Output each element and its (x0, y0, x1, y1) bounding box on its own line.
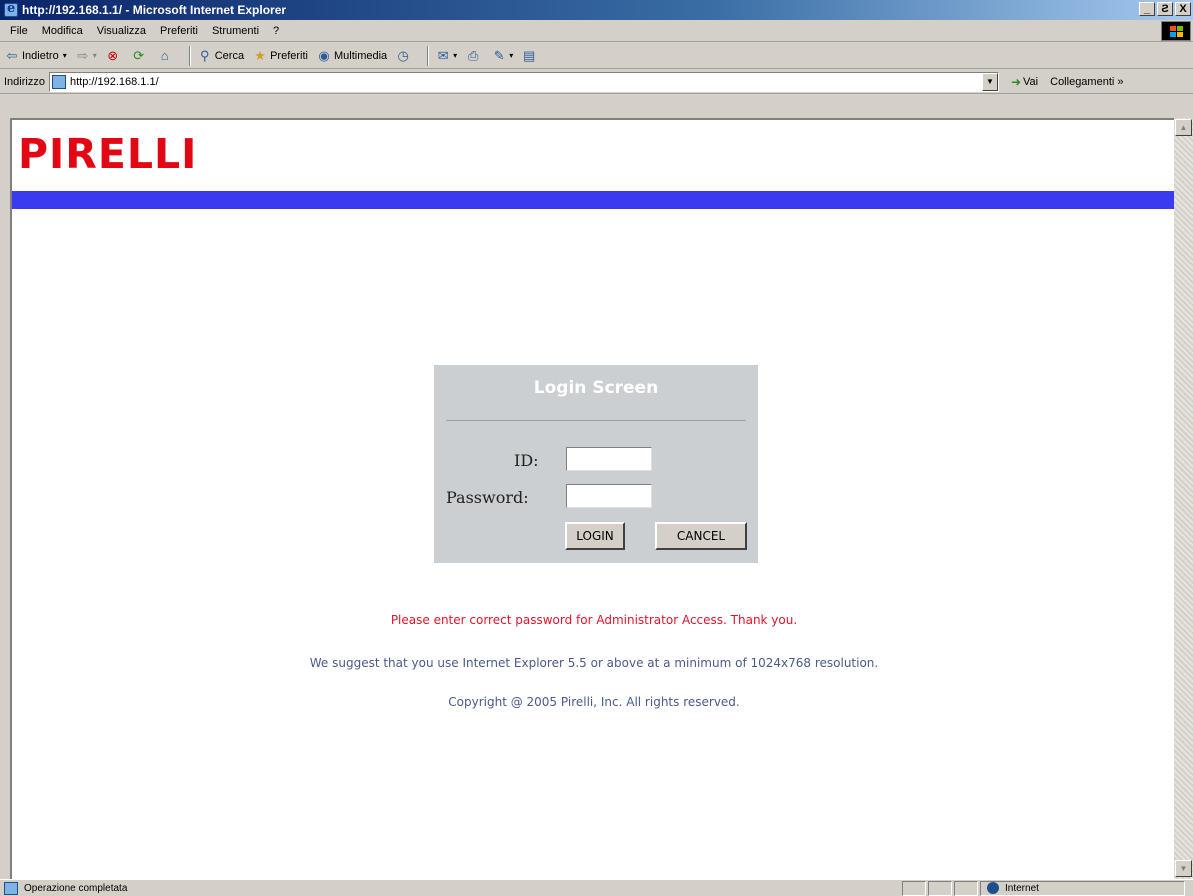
favorites-icon: ★ (254, 47, 266, 63)
page-viewport: PIRELLI Login Screen ID: Password: LOGIN… (10, 118, 1174, 879)
back-dropdown-icon[interactable]: ▾ (63, 51, 67, 60)
discuss-icon: ▤ (523, 47, 536, 63)
login-divider (446, 420, 746, 421)
menu-file[interactable]: File (10, 25, 28, 37)
login-button[interactable]: LOGIN (565, 522, 625, 550)
search-label: Cerca (214, 49, 245, 62)
close-button[interactable]: X (1175, 2, 1191, 16)
windows-logo-icon (1161, 21, 1191, 41)
address-bar: Indirizzo ▼ ➜ Vai Collegamenti » (0, 70, 1193, 94)
multimedia-icon: ◉ (318, 47, 330, 63)
minimize-button[interactable]: _ (1139, 2, 1155, 16)
menu-strumenti[interactable]: Strumenti (212, 25, 259, 37)
security-zone: Internet (980, 880, 1185, 896)
pirelli-logo: PIRELLI (18, 132, 197, 176)
copyright-notice: Copyright @ 2005 Pirelli, Inc. All right… (448, 695, 740, 709)
internet-globe-icon (987, 882, 999, 894)
back-label: Indietro (22, 49, 59, 62)
toolbar-separator (427, 45, 430, 66)
address-label: Indirizzo (4, 75, 45, 88)
discuss-button[interactable]: ▤ (521, 48, 539, 64)
ie-app-icon[interactable] (4, 1, 18, 17)
edit-icon: ✎ (493, 47, 505, 63)
password-label: Password: (446, 488, 529, 507)
history-button[interactable]: ◷ (395, 48, 413, 64)
address-field[interactable]: ▼ (48, 71, 999, 92)
standard-toolbar: ⇦ Indietro ▾ ⇨ ▾ ⊗ ⟳ ⌂ ⚲ Cerca ★ Preferi… (0, 43, 1193, 69)
browser-suggestion: We suggest that you use Internet Explore… (309, 656, 879, 670)
status-cell (954, 880, 978, 896)
vertical-scrollbar[interactable]: ▲ ▼ (1174, 118, 1193, 879)
status-message: Operazione completata (0, 881, 900, 896)
go-label: Vai (1023, 75, 1039, 88)
stop-icon: ⊗ (107, 47, 119, 63)
forward-dropdown-icon[interactable]: ▾ (93, 51, 97, 60)
refresh-icon: ⟳ (133, 47, 145, 63)
title-bar: http://192.168.1.1/ - Microsoft Internet… (0, 0, 1193, 20)
favorites-button[interactable]: ★ Preferiti (252, 48, 308, 64)
favorites-label: Preferiti (270, 49, 308, 62)
cancel-button[interactable]: CANCEL (655, 522, 747, 550)
refresh-button[interactable]: ⟳ (131, 48, 149, 64)
menu-help[interactable]: ? (273, 25, 279, 37)
edit-button[interactable]: ✎ ▾ (491, 48, 513, 64)
logo-text: PIRELLI (18, 130, 198, 178)
warning-message: Please enter correct password for Admini… (390, 613, 798, 627)
search-icon: ⚲ (199, 47, 210, 63)
menu-visualizza[interactable]: Visualizza (97, 25, 146, 37)
print-icon: ⎙ (467, 47, 479, 63)
maximize-button[interactable]: Ƨ (1157, 2, 1173, 16)
page-done-icon (4, 881, 18, 895)
menu-preferiti[interactable]: Preferiti (160, 25, 198, 37)
mail-button[interactable]: ✉ ▾ (435, 48, 457, 64)
status-cell (928, 880, 952, 896)
search-button[interactable]: ⚲ Cerca (197, 48, 244, 64)
url-input[interactable] (69, 75, 982, 88)
window-title: http://192.168.1.1/ - Microsoft Internet… (22, 3, 287, 17)
status-cell (902, 880, 926, 896)
toolbar-separator (188, 45, 191, 66)
id-label: ID: (514, 451, 539, 470)
password-input[interactable] (566, 484, 652, 508)
multimedia-button[interactable]: ◉ Multimedia (316, 48, 387, 64)
id-input[interactable] (566, 447, 652, 471)
back-arrow-icon: ⇦ (6, 47, 18, 63)
status-bar: Operazione completata Internet (0, 879, 1193, 896)
header-band (12, 191, 1174, 209)
mail-dropdown-icon[interactable]: ▾ (453, 51, 457, 60)
scroll-down-button[interactable]: ▼ (1175, 860, 1192, 877)
go-button[interactable]: ➜ Vai (1011, 75, 1038, 89)
menu-bar: File Modifica Visualizza Preferiti Strum… (0, 20, 1193, 42)
home-button[interactable]: ⌂ (157, 48, 175, 64)
menu-modifica[interactable]: Modifica (42, 25, 83, 37)
back-button[interactable]: ⇦ Indietro ▾ (4, 48, 67, 64)
window-controls: _ Ƨ X (1139, 2, 1191, 16)
home-icon: ⌂ (160, 47, 169, 63)
edit-dropdown-icon[interactable]: ▾ (509, 51, 513, 60)
forward-arrow-icon: ⇨ (77, 47, 89, 63)
history-icon: ◷ (397, 47, 409, 63)
page-icon (51, 74, 66, 89)
login-panel: Login Screen ID: Password: LOGIN CANCEL (434, 365, 758, 563)
address-dropdown-button[interactable]: ▼ (981, 72, 998, 91)
scroll-up-button[interactable]: ▲ (1175, 119, 1192, 136)
multimedia-label: Multimedia (333, 49, 388, 62)
forward-button[interactable]: ⇨ ▾ (75, 47, 97, 64)
mail-icon: ✉ (437, 47, 449, 63)
links-button[interactable]: Collegamenti » (1050, 76, 1123, 88)
stop-button[interactable]: ⊗ (105, 48, 123, 64)
login-title: Login Screen (533, 378, 659, 398)
go-arrow-icon: ➜ (1010, 74, 1022, 89)
print-button[interactable]: ⎙ (465, 48, 483, 64)
status-text: Operazione completata (24, 882, 128, 894)
zone-label: Internet (1005, 882, 1039, 894)
